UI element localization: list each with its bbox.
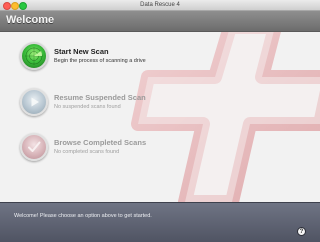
status-bar: Welcome! Please choose an option above t…: [0, 202, 320, 242]
radar-icon[interactable]: [20, 42, 48, 70]
main-content: Start New Scan Begin the process of scan…: [0, 32, 320, 202]
resume-suspended-scan-subtitle: No suspended scans found: [54, 104, 121, 110]
browse-completed-scans-title[interactable]: Browse Completed Scans: [54, 138, 146, 147]
help-button[interactable]: ?: [297, 227, 306, 236]
play-icon[interactable]: [20, 88, 48, 116]
app-window: Data Rescue 4 Welcome Start New Scan Beg…: [0, 0, 320, 242]
resume-suspended-scan-option[interactable]: Resume Suspended Scan No suspended scans…: [20, 88, 220, 122]
start-new-scan-subtitle: Begin the process of scanning a drive: [54, 58, 146, 64]
browse-completed-scans-option[interactable]: Browse Completed Scans No completed scan…: [20, 133, 220, 167]
browse-completed-scans-subtitle: No completed scans found: [54, 149, 120, 155]
window-titlebar[interactable]: Data Rescue 4: [0, 0, 320, 11]
page-title: Welcome: [6, 14, 55, 26]
start-new-scan-title[interactable]: Start New Scan: [54, 47, 109, 56]
status-message: Welcome! Please choose an option above t…: [14, 213, 152, 219]
start-new-scan-option[interactable]: Start New Scan Begin the process of scan…: [20, 42, 220, 76]
checkmark-icon[interactable]: [20, 133, 48, 161]
resume-suspended-scan-title[interactable]: Resume Suspended Scan: [54, 93, 146, 102]
page-header: Welcome: [0, 11, 320, 32]
window-title: Data Rescue 4: [140, 2, 180, 8]
